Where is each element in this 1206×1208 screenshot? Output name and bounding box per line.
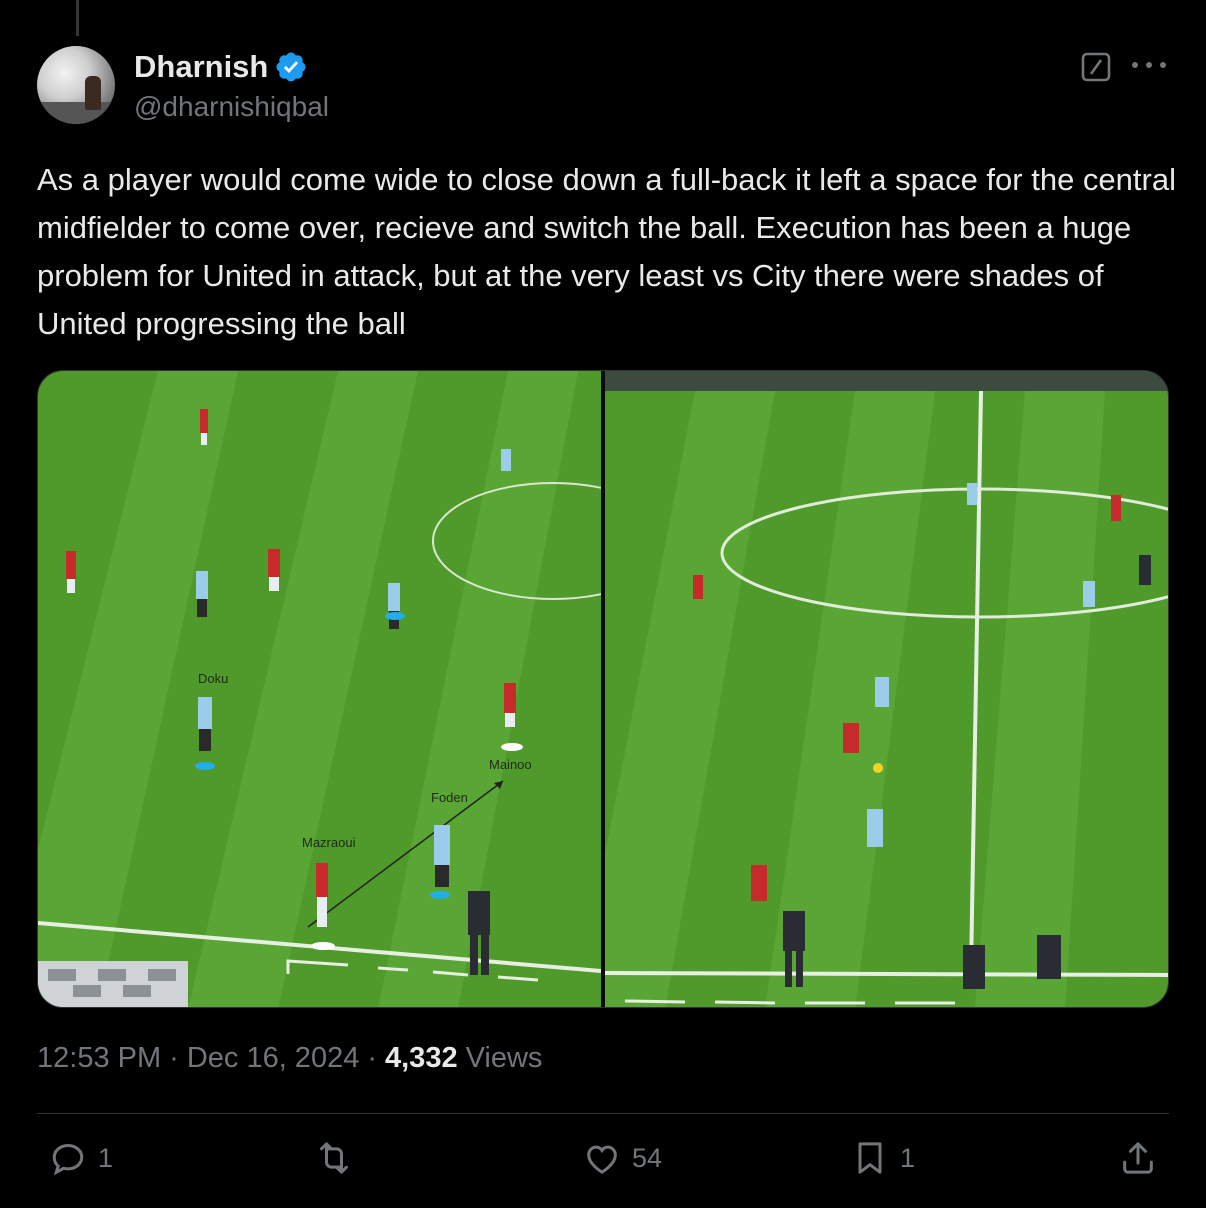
bookmark-button[interactable]: 1 (850, 1138, 915, 1178)
thread-line (76, 0, 79, 36)
label-mainoo: Mainoo (489, 757, 532, 772)
media-image-right[interactable] (605, 371, 1168, 1007)
verified-badge-icon (276, 52, 306, 82)
label-mazraoui: Mazraoui (302, 835, 356, 850)
meta-separator-2: · (367, 1042, 377, 1074)
bookmark-icon (858, 1142, 882, 1174)
share-icon (1123, 1142, 1153, 1174)
tweet-meta: 12:53 PM · Dec 16, 2024 · 4,332 Views (37, 1042, 542, 1075)
tweet-detail: Dharnish @dharnishiqbal As a player woul… (0, 0, 1206, 1208)
views-label: Views (465, 1042, 543, 1074)
more-icon[interactable] (1132, 50, 1166, 80)
tweet-media[interactable]: Doku Mainoo Foden Mazraoui (37, 370, 1169, 1008)
grok-icon[interactable] (1080, 51, 1112, 83)
author-display-name[interactable]: Dharnish (134, 49, 268, 85)
tweet-text: As a player would come wide to close dow… (37, 162, 1176, 341)
bookmark-count: 1 (900, 1142, 916, 1173)
repost-icon (320, 1142, 348, 1174)
like-icon (587, 1145, 617, 1174)
like-button[interactable]: 54 (582, 1138, 662, 1178)
label-foden: Foden (431, 790, 468, 805)
avatar[interactable] (37, 46, 115, 124)
pitch-right-graphic (605, 371, 1168, 1007)
reply-icon (52, 1143, 84, 1176)
tweet-time[interactable]: 12:53 PM (37, 1042, 161, 1075)
share-button[interactable] (1118, 1138, 1158, 1178)
author-handle[interactable]: @dharnishiqbal (134, 91, 329, 123)
reply-count: 1 (98, 1142, 114, 1173)
divider (37, 1113, 1169, 1114)
tweet-date[interactable]: Dec 16, 2024 (187, 1042, 360, 1075)
media-image-left[interactable]: Doku Mainoo Foden Mazraoui (38, 371, 601, 1007)
author-name-row: Dharnish (134, 49, 308, 85)
meta-separator: · (169, 1042, 179, 1074)
like-count: 54 (632, 1142, 663, 1173)
pitch-left-graphic: Doku Mainoo Foden Mazraoui (38, 371, 601, 1007)
repost-button[interactable] (314, 1138, 354, 1178)
views-count: 4,332 (385, 1042, 458, 1074)
action-bar: 1 54 1 (0, 1138, 1206, 1188)
reply-button[interactable]: 1 (48, 1138, 113, 1178)
label-doku: Doku (198, 671, 228, 686)
